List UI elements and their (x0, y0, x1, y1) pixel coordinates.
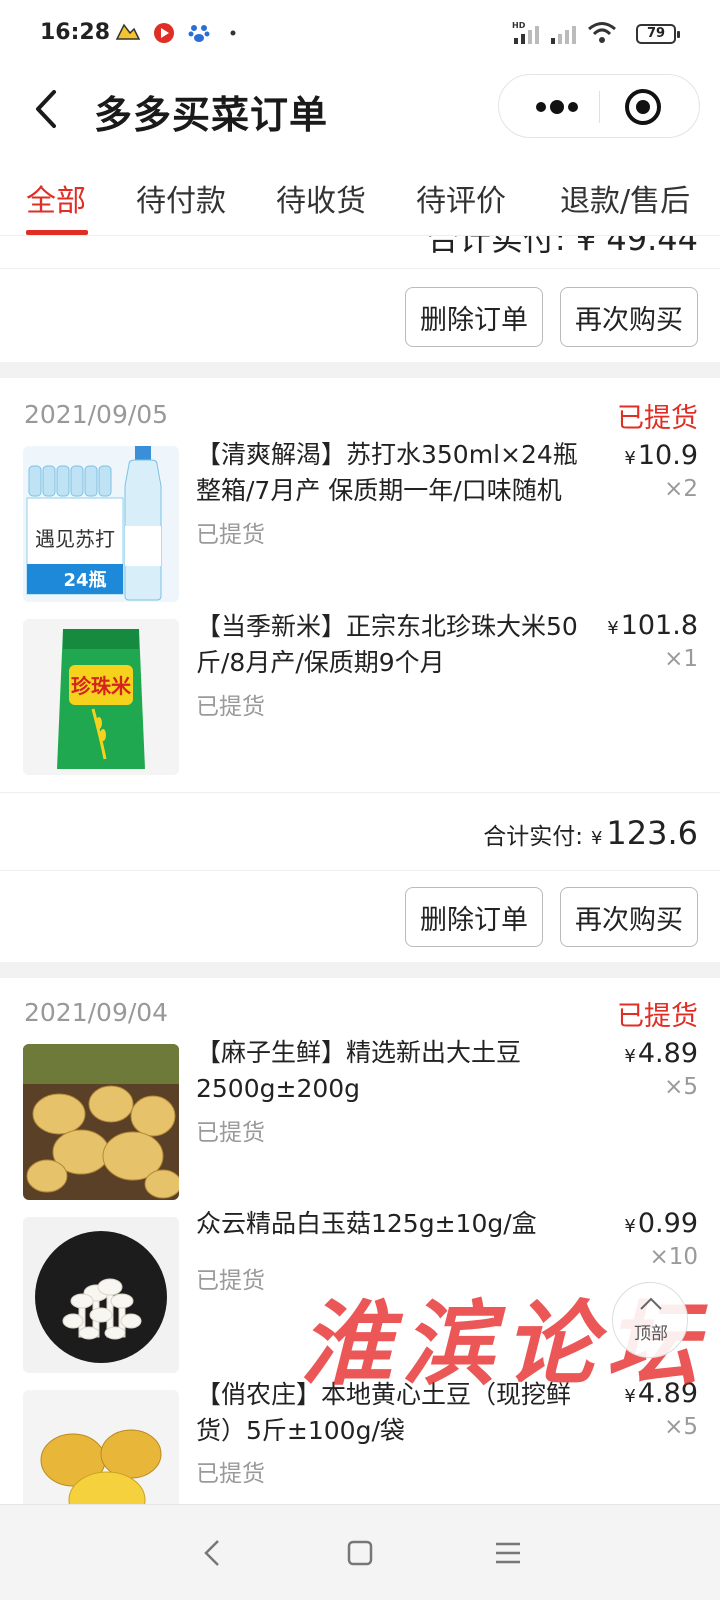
item-quantity: ×5 (664, 1414, 698, 1440)
video-app-icon (152, 20, 176, 46)
price-value: 4.89 (637, 1038, 698, 1069)
price-value: 0.99 (637, 1208, 698, 1239)
item-quantity: ×10 (649, 1244, 698, 1270)
target-close-icon (625, 89, 661, 125)
item-status: 已提货 (196, 1268, 265, 1294)
signal-icon (550, 20, 578, 46)
mini-program-capsule (498, 74, 700, 138)
order-date: 2021/09/05 (24, 400, 169, 429)
product-image-yellow-potatoes[interactable] (23, 1390, 179, 1504)
currency-symbol: ¥ (607, 618, 619, 639)
item-quantity: ×5 (664, 1074, 698, 1100)
paw-app-icon (186, 20, 212, 46)
close-miniprogram-button[interactable] (623, 87, 663, 127)
item-status: 已提货 (196, 522, 265, 548)
soda-count-label: 24瓶 (63, 570, 106, 591)
currency-symbol: ¥ (590, 828, 603, 849)
tab-pending-review[interactable]: 待评价 (416, 176, 506, 220)
status-bar: 16:28 HD 79 (0, 0, 720, 66)
product-image-white-mushroom[interactable] (23, 1217, 179, 1373)
page-header: 多多买菜订单 (0, 66, 720, 154)
price-value: 101.8 (620, 610, 698, 641)
item-price: ¥0.99 (624, 1208, 698, 1239)
status-time: 16:28 (40, 20, 111, 45)
tab-all[interactable]: 全部 (26, 176, 86, 220)
more-notifications-icon (228, 20, 238, 46)
currency-symbol: ¥ (624, 1216, 636, 1237)
item-price: ¥101.8 (607, 610, 698, 641)
system-nav-bar (0, 1504, 720, 1600)
rice-name-label: 珍珠米 (71, 674, 132, 698)
chevron-up-icon (640, 1297, 662, 1310)
currency-symbol: ¥ (624, 1046, 636, 1067)
previous-order-total-partial: 合计实付: ¥ 49.44 (0, 236, 720, 266)
page-title: 多多买菜订单 (94, 93, 329, 137)
item-quantity: ×1 (664, 646, 698, 672)
currency-symbol: ¥ (624, 448, 636, 469)
item-status: 已提货 (196, 1120, 265, 1146)
back-button[interactable] (26, 84, 66, 134)
divider (0, 268, 720, 269)
back-to-top-label: 顶部 (634, 1324, 668, 1344)
order-tabs: 全部 待付款 待收货 待评价 退款/售后 (0, 154, 720, 236)
order-status: 已提货 (617, 403, 698, 434)
price-value: 10.9 (637, 440, 698, 471)
item-quantity: ×2 (664, 476, 698, 502)
rebuy-button[interactable]: 再次购买 (560, 887, 698, 947)
wifi-icon (586, 20, 618, 46)
product-name[interactable]: 【清爽解渴】苏打水350ml×24瓶整箱/7月产 保质期一年/口味随机 (196, 437, 602, 509)
chevron-left-icon (36, 90, 56, 128)
active-tab-indicator (26, 230, 88, 235)
delete-order-button[interactable]: 删除订单 (405, 887, 543, 947)
nav-home-icon (347, 1540, 373, 1566)
delete-order-button[interactable]: 删除订单 (405, 287, 543, 347)
nav-back-button[interactable] (196, 1535, 232, 1571)
product-name[interactable]: 【麻子生鲜】精选新出大土豆2500g±200g (196, 1035, 602, 1107)
tab-pending-payment[interactable]: 待付款 (136, 176, 226, 220)
svg-text:HD: HD (512, 21, 526, 30)
order-separator (0, 362, 720, 378)
order-status: 已提货 (617, 1001, 698, 1032)
rebuy-button[interactable]: 再次购买 (560, 287, 698, 347)
total-label: 合计实付: (483, 824, 583, 850)
soda-brand-label: 遇见苏打 (35, 527, 115, 551)
more-dots-icon (536, 100, 578, 114)
order-date: 2021/09/04 (24, 998, 169, 1027)
signal-hd-icon: HD (512, 20, 546, 46)
order-total: 合计实付: ¥123.6 (483, 814, 698, 852)
divider (0, 792, 720, 793)
product-image-potatoes[interactable] (23, 1044, 179, 1200)
notification-app-icon (114, 20, 142, 46)
nav-menu-button[interactable] (490, 1535, 526, 1571)
item-status: 已提货 (196, 1461, 265, 1487)
total-amount: 123.6 (606, 814, 698, 852)
nav-back-icon (204, 1540, 219, 1566)
capsule-divider (599, 91, 600, 123)
item-status: 已提货 (196, 694, 265, 720)
back-to-top-button[interactable]: 顶部 (612, 1282, 688, 1358)
previous-order-total: 合计实付: ¥ 49.44 (426, 236, 698, 258)
tab-refund-aftersale[interactable]: 退款/售后 (560, 176, 690, 220)
tab-pending-receipt[interactable]: 待收货 (276, 176, 366, 220)
item-price: ¥4.89 (624, 1038, 698, 1069)
product-name[interactable]: 众云精品白玉菇125g±10g/盒 (196, 1206, 602, 1242)
more-button[interactable] (527, 75, 587, 139)
product-image-rice[interactable]: 珍珠米 (23, 619, 179, 775)
item-price: ¥10.9 (624, 440, 698, 471)
product-image-soda-water[interactable]: 遇见苏打 24瓶 (23, 446, 179, 602)
divider (0, 870, 720, 871)
battery-indicator: 79 (636, 24, 680, 44)
nav-home-button[interactable] (342, 1535, 378, 1571)
product-name[interactable]: 【当季新米】正宗东北珍珠大米50斤/8月产/保质期9个月 (196, 609, 602, 681)
nav-menu-icon (496, 1542, 520, 1564)
order-separator (0, 962, 720, 978)
